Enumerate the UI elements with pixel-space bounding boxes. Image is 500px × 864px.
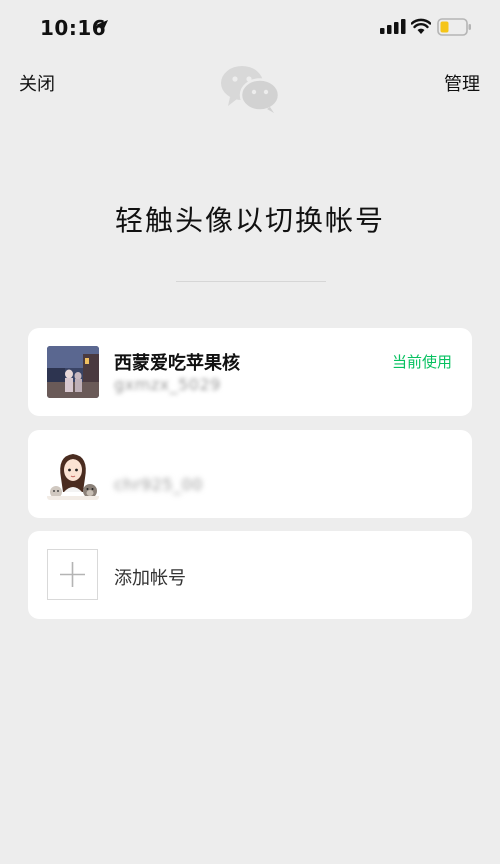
plus-icon [60,562,85,587]
account-id: gxmzx_5029 [114,375,221,394]
location-arrow-icon [96,20,108,32]
add-account-label: 添加帐号 [114,568,186,589]
avatar[interactable] [47,448,99,500]
current-account-badge: 当前使用 [391,353,452,371]
add-account-button[interactable]: 添加帐号 [28,531,472,619]
battery-icon [437,18,471,36]
account-name: 西蒙爱吃苹果核 [114,353,240,374]
divider [176,281,326,282]
wifi-icon [411,18,431,34]
close-button[interactable]: 关闭 [19,70,55,96]
landscape-photo-avatar-icon [47,346,99,398]
account-card[interactable]: chr925_00 [28,430,472,518]
status-bar: 10:16 [0,0,500,56]
account-card-current[interactable]: 西蒙爱吃苹果核 gxmzx_5029 当前使用 [28,328,472,416]
avatar[interactable] [47,346,99,398]
add-account-box[interactable] [47,549,98,600]
account-id: chr925_00 [114,475,203,494]
manage-button[interactable]: 管理 [444,70,480,96]
wechat-logo-icon [221,66,281,113]
cartoon-girl-avatar-icon [47,448,99,500]
signal-icon [380,19,406,34]
page-title: 轻触头像以切换帐号 [114,204,385,237]
